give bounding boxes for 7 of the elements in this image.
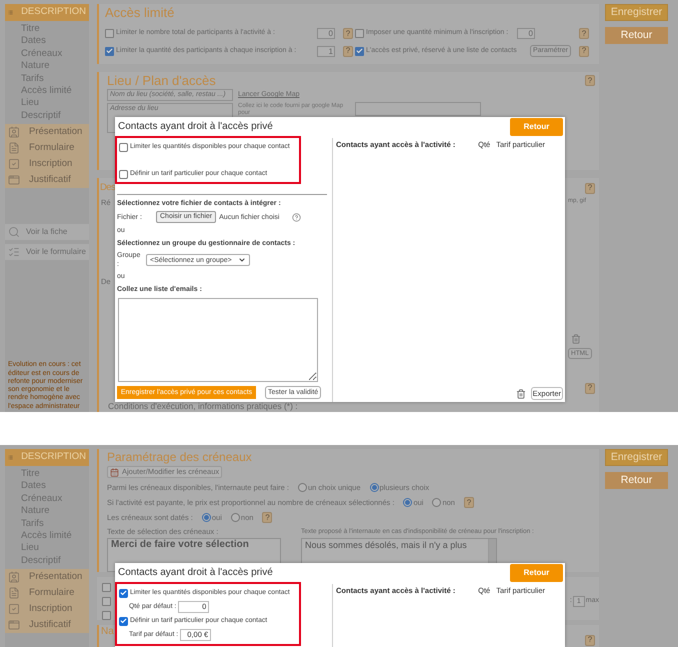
dialog-title: Contacts ayant droit à l'accès privé: [117, 120, 273, 134]
section-title: Paramétrage des créneaux: [107, 450, 252, 464]
conditions-label: Conditions d'exécution, informations pratiques (*) :: [107, 401, 298, 412]
section-title: Na: [101, 626, 114, 637]
section-title: Accès limité: [105, 5, 174, 21]
section-title: Lieu / Plan d'accès: [107, 73, 216, 88]
section-title: Des: [100, 181, 116, 195]
